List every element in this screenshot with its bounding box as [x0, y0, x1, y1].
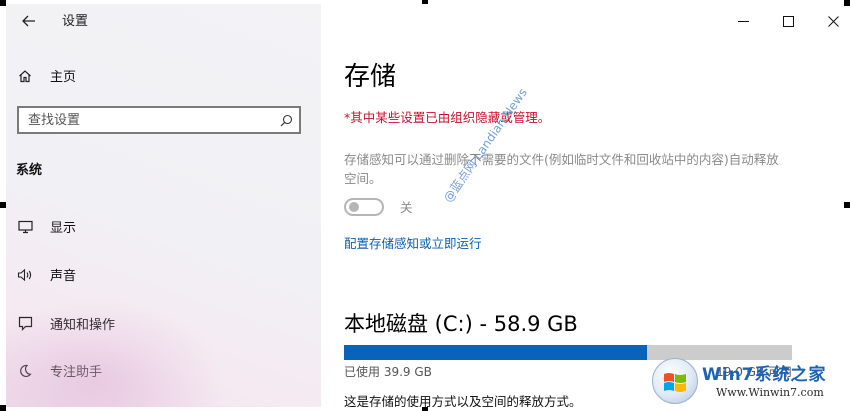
sidebar-item-sound[interactable]: 声音	[16, 265, 76, 284]
main-content: 存储 *其中某些设置已由组织隐藏或管理。 存储感知可以通过删除不需要的文件(例如…	[344, 4, 844, 407]
brand-logo: Win7系统之家 Www.Winwin7.com	[652, 356, 842, 406]
search-icon[interactable]	[273, 114, 299, 127]
sidebar-item-label: 主页	[50, 70, 77, 85]
sidebar-item-label: 通知和操作	[50, 318, 116, 333]
storage-usage-note: 这是存储的使用方式以及空间的释放方式。	[344, 394, 582, 407]
notification-icon	[16, 315, 34, 333]
toggle-knob	[349, 201, 359, 212]
sidebar-item-label: 声音	[50, 269, 77, 284]
sidebar-item-focus-assist[interactable]: 专注助手	[16, 361, 102, 380]
disk-title: 本地磁盘 (C:) - 58.9 GB	[344, 312, 578, 336]
sidebar-item-label: 显示	[50, 221, 77, 236]
page-title: 存储	[344, 62, 397, 92]
search-input[interactable]	[19, 111, 273, 129]
sidebar-item-label: 专注助手	[50, 365, 103, 380]
section-label-system: 系统	[16, 163, 43, 178]
toggle-state-label: 关	[400, 200, 413, 215]
storage-sense-toggle-row: 关	[344, 197, 413, 216]
configure-storage-sense-link[interactable]: 配置存储感知或立即运行	[344, 233, 482, 252]
windows-orb-icon	[652, 358, 698, 404]
search-box[interactable]	[17, 106, 301, 134]
disk-usage-fill	[344, 345, 648, 360]
home-icon	[16, 67, 34, 85]
moon-icon	[16, 362, 34, 380]
brand-url: Www.Winwin7.com	[716, 386, 824, 399]
storage-sense-description: 存储感知可以通过删除不需要的文件(例如临时文件和回收站中的内容)自动释放空间。	[344, 152, 779, 186]
disk-used-label: 已使用 39.9 GB	[344, 365, 432, 379]
window-title: 设置	[62, 14, 89, 29]
storage-sense-toggle[interactable]	[344, 197, 384, 216]
back-arrow-icon	[22, 15, 35, 27]
brand-title: Win7系统之家	[702, 365, 827, 385]
monitor-icon	[16, 218, 34, 236]
sidebar-item-display[interactable]: 显示	[16, 217, 76, 236]
sidebar: 设置 主页 系统 显示 声音	[6, 4, 321, 407]
sidebar-item-home[interactable]: 主页	[16, 66, 76, 85]
sidebar-item-notifications[interactable]: 通知和操作	[16, 314, 115, 333]
settings-window: 设置 主页 系统 显示 声音	[6, 4, 844, 407]
speaker-icon	[16, 266, 34, 284]
back-button[interactable]	[16, 8, 42, 34]
